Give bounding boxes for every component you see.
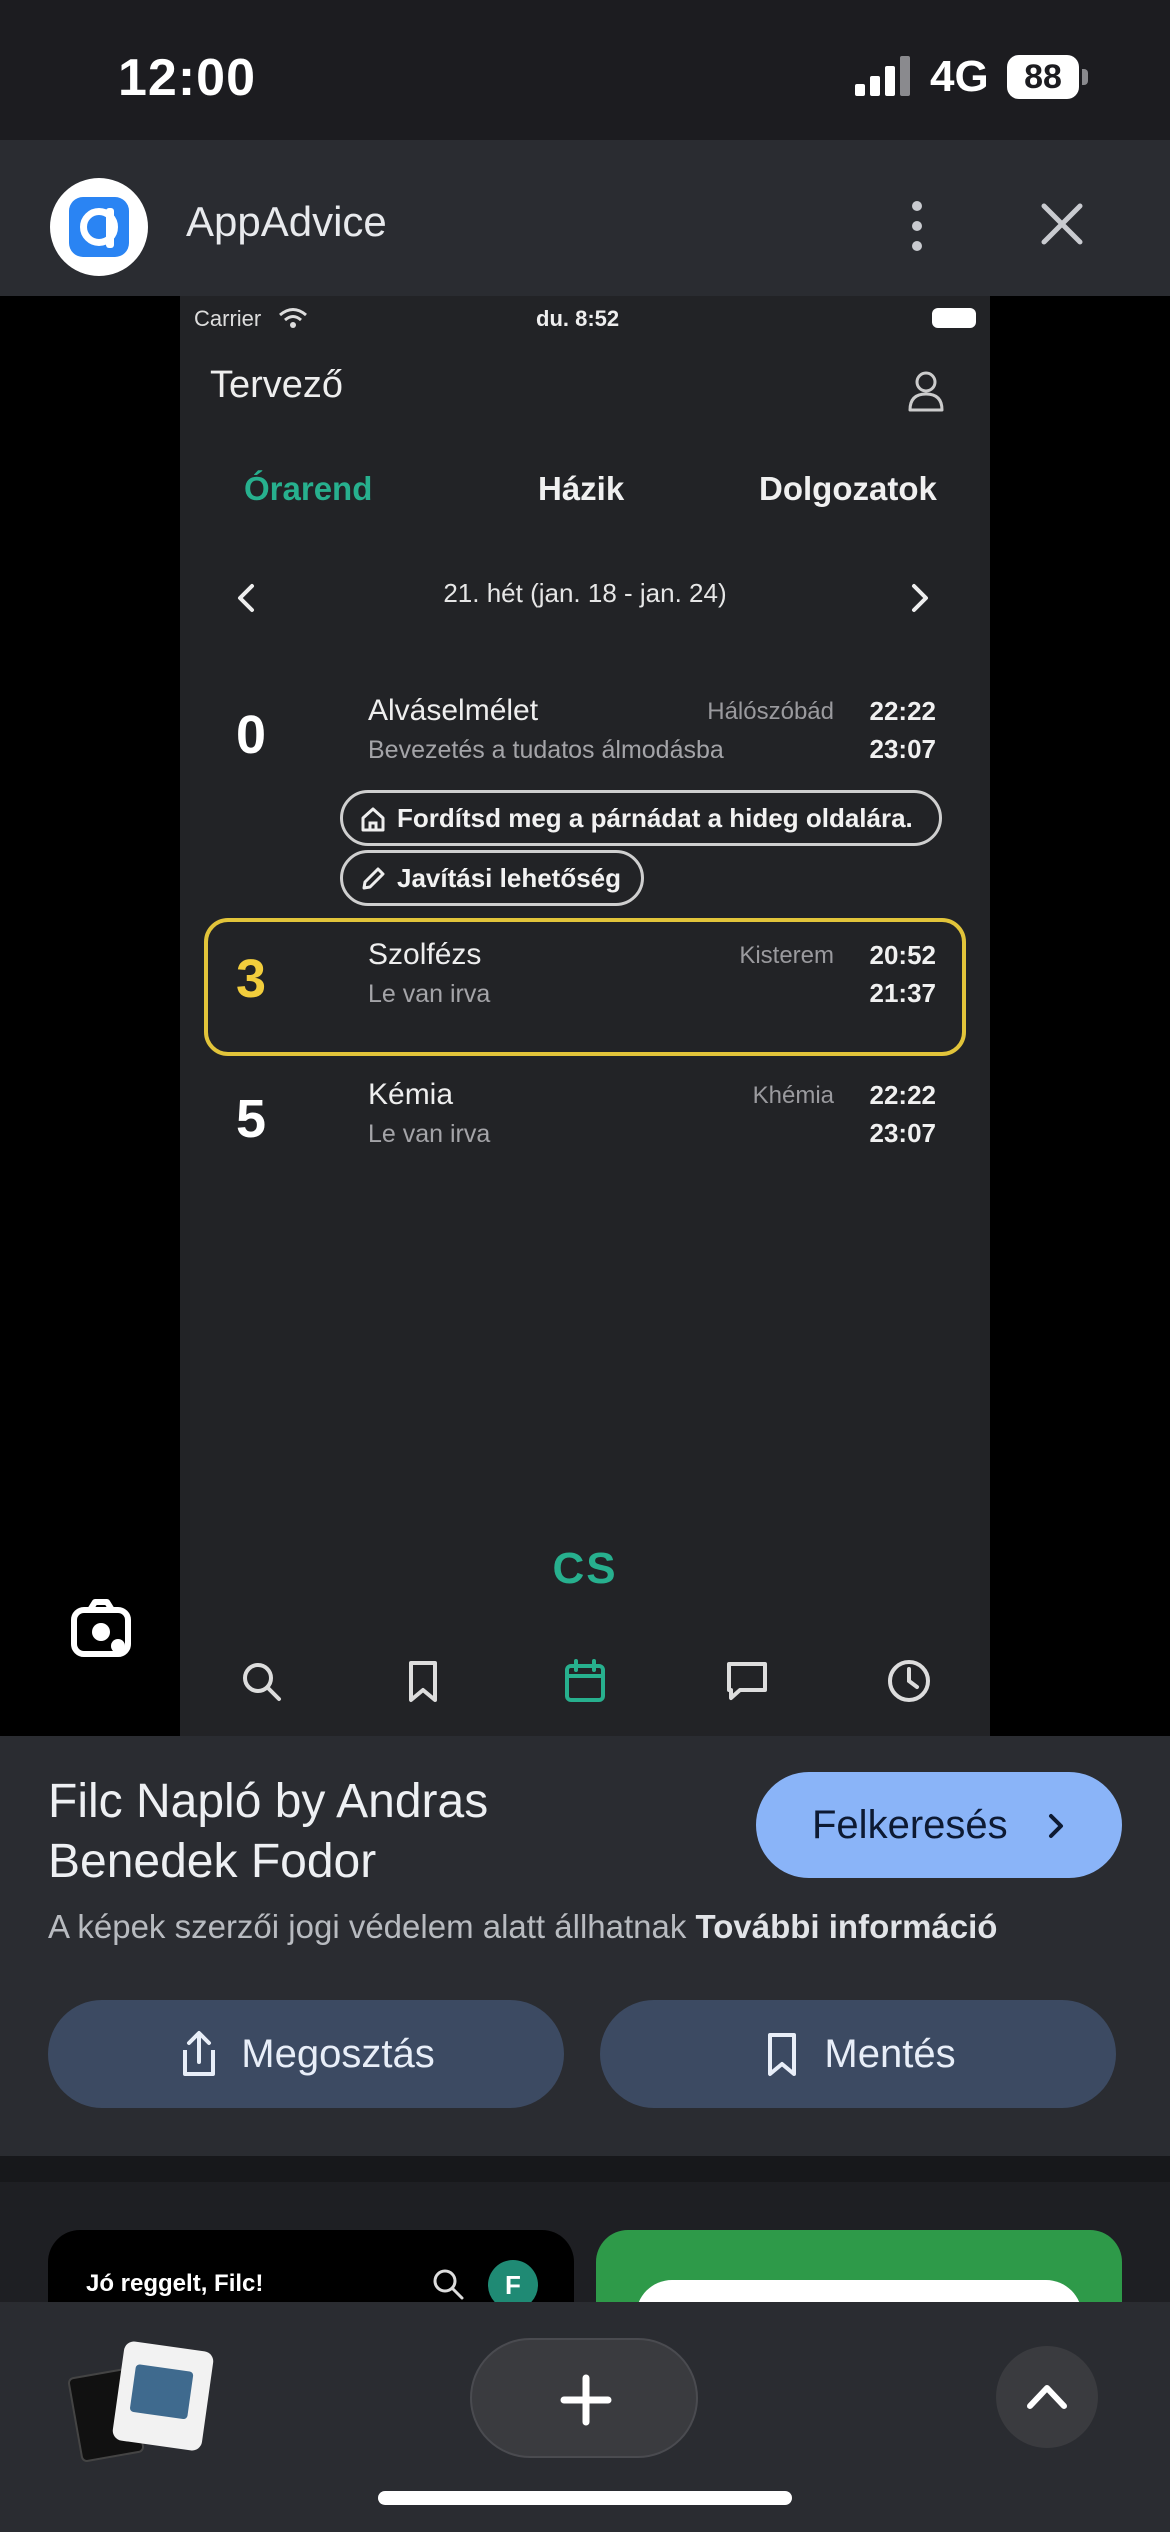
lesson-room: Hálószóbád	[707, 698, 834, 725]
status-time: 12:00	[118, 49, 256, 107]
chevron-right-icon[interactable]	[904, 580, 934, 616]
inner-battery-icon	[932, 308, 976, 328]
signal-icon	[855, 56, 910, 96]
home-icon	[361, 807, 385, 832]
profile-icon[interactable]	[902, 366, 950, 414]
chevron-up-icon	[1027, 2385, 1067, 2409]
lesson-row-current[interactable]: 3 Szolfézs Le van irva Kisterem 20:52 21…	[204, 918, 966, 1056]
lesson-start: 22:22	[869, 696, 937, 726]
lens-search-icon[interactable]	[68, 1596, 134, 1662]
share-button[interactable]: Megosztás	[48, 2000, 564, 2108]
app-screenshot[interactable]: Carrier du. 8:52 Tervező Órarend Házik D…	[180, 296, 990, 1736]
more-vert-icon[interactable]	[902, 196, 932, 256]
scroll-up-button[interactable]	[996, 2346, 1098, 2448]
lesson-room: Khémia	[752, 1082, 834, 1109]
homework-chip-label: Fordítsd meg a párnádat a hideg oldalára…	[397, 803, 913, 833]
inner-time: du. 8:52	[536, 306, 620, 331]
visit-button[interactable]: Felkeresés	[756, 1772, 1122, 1878]
chat-icon[interactable]	[724, 1658, 770, 1704]
avatar: F	[488, 2260, 538, 2302]
lesson-name: Szolfézs	[368, 938, 482, 971]
visit-button-label: Felkeresés	[812, 1803, 1008, 1847]
close-icon[interactable]	[1032, 194, 1092, 254]
inner-status-bar: Carrier du. 8:52	[180, 296, 990, 356]
bookmark-icon	[768, 2033, 797, 2076]
battery-icon: 88	[1007, 55, 1088, 99]
lesson-name: Kémia	[368, 1078, 454, 1111]
related-card-image	[636, 2280, 1082, 2302]
tab-hazik[interactable]: Házik	[538, 470, 624, 508]
correction-chip-label: Javítási lehetőség	[397, 863, 621, 893]
tab-orarend[interactable]: Órarend	[244, 470, 372, 508]
search-icon	[433, 2269, 464, 2300]
site-name[interactable]: AppAdvice	[186, 198, 387, 246]
chevron-right-icon	[1049, 1814, 1063, 1838]
lesson-subtitle: Le van irva	[368, 980, 491, 1008]
lesson-start: 22:22	[869, 1080, 937, 1110]
lesson-subtitle: Bevezetés a tudatos álmodásba	[368, 736, 724, 764]
related-card[interactable]: Jó reggelt, Filc! F	[48, 2230, 574, 2302]
lesson-name: Alváselmélet	[368, 694, 539, 727]
clock-icon[interactable]	[886, 1658, 932, 1704]
home-indicator	[378, 2491, 792, 2505]
battery-level: 88	[1024, 58, 1062, 96]
result-info-panel: Filc Napló by Andras Benedek Fodor Felke…	[0, 1736, 1170, 2156]
lesson-number: 3	[236, 949, 267, 1009]
lesson-number: 0	[236, 705, 267, 765]
calendar-icon[interactable]	[562, 1658, 608, 1704]
lesson-subtitle: Le van irva	[368, 1120, 491, 1148]
page-title: Tervező	[210, 364, 344, 406]
lesson-start: 20:52	[869, 940, 937, 970]
share-icon	[183, 2031, 216, 2076]
section-divider	[0, 2156, 1170, 2182]
carrier-label: Carrier	[194, 306, 262, 331]
bookmark-icon[interactable]	[400, 1658, 446, 1704]
lesson-number: 5	[236, 1089, 267, 1149]
related-card[interactable]	[596, 2230, 1122, 2302]
share-button-label: Megosztás	[241, 2032, 435, 2076]
week-label: 21. hét (jan. 18 - jan. 24)	[443, 578, 727, 608]
new-search-button[interactable]	[470, 2338, 698, 2458]
lesson-room: Kisterem	[739, 942, 834, 969]
recent-images-thumbnail[interactable]	[66, 2340, 216, 2480]
cs-label: CS	[552, 1544, 618, 1593]
wifi-icon	[279, 308, 307, 328]
lesson-end: 21:37	[869, 978, 937, 1008]
appadvice-logo-icon[interactable]	[50, 178, 148, 276]
network-type: 4G	[930, 52, 989, 101]
copyright-notice: A képek szerzői jogi védelem alatt állha…	[48, 1908, 997, 1946]
save-button[interactable]: Mentés	[600, 2000, 1116, 2108]
correction-chip[interactable]: Javítási lehetőség	[340, 850, 644, 906]
save-button-label: Mentés	[824, 2032, 956, 2076]
homework-chip[interactable]: Fordítsd meg a párnádat a hideg oldalára…	[340, 790, 942, 846]
result-header: AppAdvice	[0, 140, 1170, 296]
lesson-row[interactable]: 5 Kémia Le van irva Khémia 22:22 23:07	[204, 1058, 966, 1196]
search-icon[interactable]	[238, 1658, 284, 1704]
more-info-link[interactable]: További információ	[696, 1908, 998, 1945]
result-title[interactable]: Filc Napló by Andras Benedek Fodor	[48, 1772, 688, 1892]
copyright-text: A képek szerzői jogi védelem alatt állha…	[48, 1908, 696, 1945]
related-card-text: Jó reggelt, Filc!	[86, 2270, 264, 2297]
pencil-icon	[362, 867, 385, 890]
tab-dolgozatok[interactable]: Dolgozatok	[759, 470, 937, 508]
image-viewer: Carrier du. 8:52 Tervező Órarend Házik D…	[0, 296, 1170, 1736]
lesson-end: 23:07	[869, 1118, 937, 1148]
lesson-end: 23:07	[869, 734, 937, 764]
related-results: Jó reggelt, Filc! F	[0, 2182, 1170, 2302]
plus-icon	[560, 2374, 612, 2426]
status-bar: 12:00 4G 88	[0, 0, 1170, 140]
